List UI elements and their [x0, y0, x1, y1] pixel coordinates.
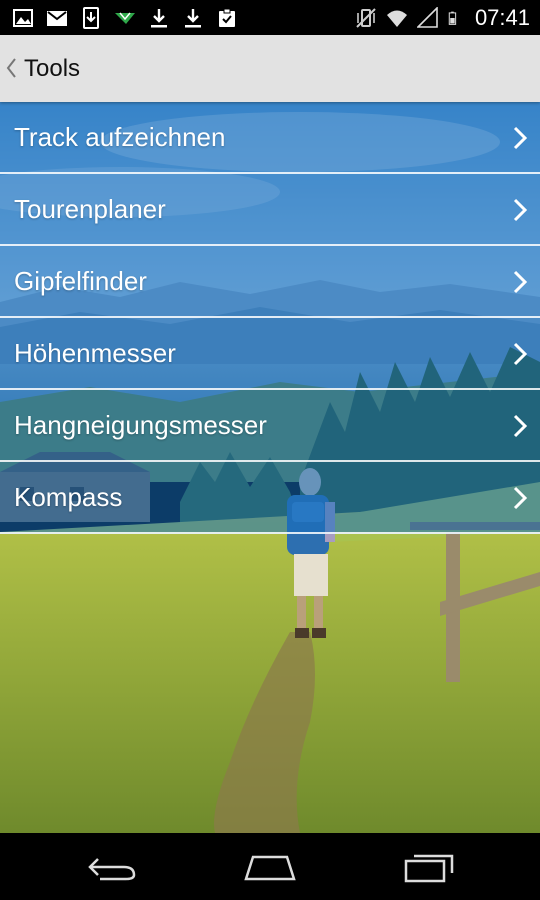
- tools-list: Track aufzeichnen Tourenplaner Gipfelfin…: [0, 102, 540, 534]
- status-bar: 07:41: [0, 0, 540, 35]
- clipboard-check-icon: [219, 8, 235, 27]
- back-icon[interactable]: [86, 851, 140, 883]
- list-item-hangneigungsmesser[interactable]: Hangneigungsmesser: [0, 390, 540, 462]
- signal-icon: [416, 6, 438, 28]
- chevron-left-icon[interactable]: [5, 57, 17, 79]
- hike-app-icon: [115, 12, 135, 24]
- chevron-right-icon: [513, 126, 528, 150]
- navigation-bar: [0, 833, 540, 900]
- image-notification-icon: [13, 8, 33, 27]
- list-item-kompass[interactable]: Kompass: [0, 462, 540, 534]
- download-box-icon: [83, 6, 99, 29]
- list-item-label: Kompass: [14, 482, 123, 512]
- chevron-right-icon: [513, 198, 528, 222]
- download-icon: [185, 8, 201, 27]
- list-item-label: Hangneigungsmesser: [14, 410, 267, 440]
- recent-apps-icon[interactable]: [402, 851, 456, 883]
- list-item-track-aufzeichnen[interactable]: Track aufzeichnen: [0, 102, 540, 174]
- gmail-icon: [47, 10, 67, 26]
- wifi-icon: [386, 10, 407, 27]
- home-icon[interactable]: [243, 851, 297, 883]
- chevron-right-icon: [513, 486, 528, 510]
- action-bar[interactable]: Tools: [0, 35, 540, 102]
- list-item-hoehenmesser[interactable]: Höhenmesser: [0, 318, 540, 390]
- battery-icon: [448, 11, 457, 25]
- chevron-right-icon: [513, 414, 528, 438]
- download-icon: [151, 8, 167, 27]
- list-item-label: Gipfelfinder: [14, 266, 147, 296]
- system-status-icons: 07:41: [355, 0, 530, 35]
- clock: 07:41: [474, 4, 530, 30]
- list-item-label: Track aufzeichnen: [14, 122, 226, 152]
- chevron-right-icon: [513, 342, 528, 366]
- chevron-right-icon: [513, 270, 528, 294]
- list-item-label: Höhenmesser: [14, 338, 176, 368]
- vibrate-icon: [356, 7, 376, 28]
- list-item-tourenplaner[interactable]: Tourenplaner: [0, 174, 540, 246]
- notification-icons: [12, 0, 238, 35]
- page-title: Tools: [24, 55, 81, 82]
- phone-screen: 07:41 Tools Track aufzeichnen Tourenplan…: [0, 0, 540, 900]
- list-item-label: Tourenplaner: [14, 194, 166, 224]
- list-item-gipfelfinder[interactable]: Gipfelfinder: [0, 246, 540, 318]
